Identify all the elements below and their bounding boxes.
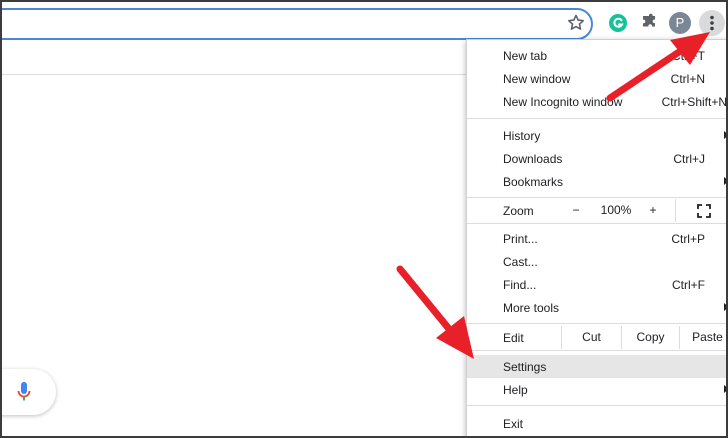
menu-separator [467,405,726,406]
menu-item-label: Exit [503,417,524,431]
menu-item-help[interactable]: Help [467,378,726,401]
menu-item-label: Cast... [503,255,538,269]
menu-separator [467,223,726,224]
menu-item-more-tools[interactable]: More tools [467,296,726,319]
profile-avatar[interactable]: P [669,12,691,34]
menu-separator [467,118,726,119]
menu-item-bookmarks[interactable]: Bookmarks [467,170,726,193]
cut-button[interactable]: Cut [561,326,621,349]
menu-row-edit: Edit Cut Copy Paste [467,326,726,349]
menu-item-label: Bookmarks [503,175,564,189]
menu-item-settings[interactable]: Settings [467,355,726,378]
edit-label: Edit [503,331,524,345]
bookmark-bar-divider [2,74,467,75]
menu-item-shortcut: Ctrl+P [671,232,705,246]
menu-item-label: Settings [503,360,547,374]
menu-item-downloads[interactable]: Downloads Ctrl+J [467,147,726,170]
zoom-out-button[interactable]: − [561,199,591,222]
menu-item-label: New Incognito window [503,95,623,109]
extensions-icon[interactable] [637,11,661,35]
zoom-level-value: 100% [600,203,632,217]
menu-item-print[interactable]: Print... Ctrl+P [467,227,726,250]
menu-item-shortcut: Ctrl+F [672,278,705,292]
copy-button[interactable]: Copy [621,326,679,349]
menu-item-shortcut: Ctrl+N [670,72,705,86]
menu-item-new-window[interactable]: New window Ctrl+N [467,67,726,90]
menu-item-cast[interactable]: Cast... [467,250,726,273]
menu-item-history[interactable]: History [467,124,726,147]
arrow-to-settings [396,265,474,359]
submenu-arrow-icon [724,385,726,393]
menu-item-label: New tab [503,49,548,63]
menu-row-zoom: Zoom − 100% + [467,199,726,222]
menu-item-label: Downloads [503,152,563,166]
menu-item-new-incognito-window[interactable]: New Incognito window Ctrl+Shift+N [467,90,727,113]
browser-window: P New tab Ctrl+T New window Ctrl+N New I… [0,0,728,438]
menu-item-label: More tools [503,301,560,315]
menu-item-exit[interactable]: Exit [467,412,726,435]
menu-separator [467,197,726,198]
menu-item-label: History [503,129,541,143]
zoom-in-button[interactable]: + [641,199,665,222]
microphone-icon[interactable] [16,380,32,404]
star-icon[interactable] [564,11,588,35]
chrome-main-menu: New tab Ctrl+T New window Ctrl+N New Inc… [466,39,727,436]
menu-item-shortcut: Ctrl+J [673,152,705,166]
fullscreen-button[interactable] [675,199,726,222]
more-menu-button[interactable] [699,10,725,36]
submenu-arrow-icon [724,177,726,185]
menu-separator [467,350,726,351]
paste-button[interactable]: Paste [679,326,726,349]
submenu-arrow-icon [724,131,726,139]
menu-item-label: Help [503,383,528,397]
menu-item-label: Find... [503,278,537,292]
more-menu-icon [710,15,714,31]
menu-item-label: Print... [503,232,538,246]
zoom-label: Zoom [503,204,534,218]
menu-item-new-tab[interactable]: New tab Ctrl+T [467,44,726,67]
address-bar[interactable] [2,8,593,40]
voice-search-box[interactable] [2,369,56,415]
grammarly-icon[interactable] [606,11,630,35]
menu-item-shortcut: Ctrl+Shift+N [661,95,727,109]
menu-item-find[interactable]: Find... Ctrl+F [467,273,726,296]
menu-item-shortcut: Ctrl+T [672,49,705,63]
menu-item-label: New window [503,72,571,86]
menu-separator [467,323,726,324]
submenu-arrow-icon [724,303,726,311]
fullscreen-icon [696,204,711,218]
